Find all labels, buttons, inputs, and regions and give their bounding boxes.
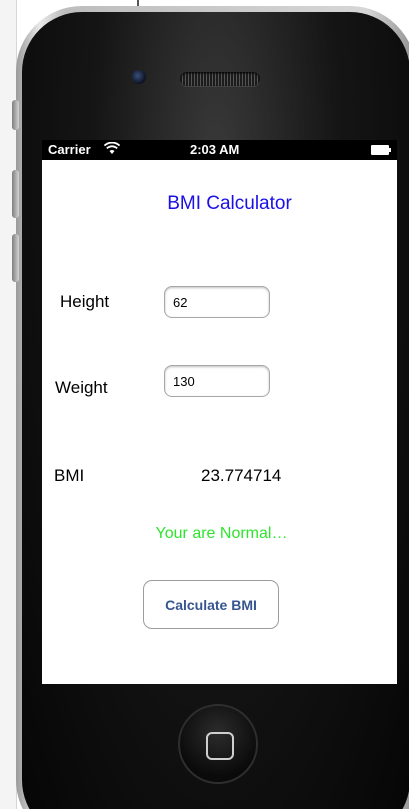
home-square-icon [206, 732, 234, 760]
battery-icon [371, 145, 391, 155]
simulator-window: Carrier 2:03 AM BMI Calculator Height We… [0, 0, 409, 809]
height-label: Height [60, 292, 110, 311]
calculate-bmi-button[interactable]: Calculate BMI [143, 580, 279, 629]
weight-label: Weight [55, 378, 108, 397]
page-title: BMI Calculator [167, 193, 292, 214]
status-bar: Carrier 2:03 AM [42, 140, 397, 160]
wifi-icon [103, 141, 121, 158]
speaker-grille-icon [180, 72, 260, 86]
weight-input[interactable] [164, 365, 270, 397]
carrier-label: Carrier [48, 142, 91, 157]
camera-icon [132, 70, 146, 84]
height-input[interactable] [164, 286, 270, 318]
home-button[interactable] [178, 704, 258, 784]
volume-down-button[interactable] [12, 234, 19, 282]
app-screen: BMI Calculator Height Weight BMI 23.7747… [42, 160, 397, 684]
clock: 2:03 AM [190, 142, 240, 157]
bmi-value: 23.774714 [201, 466, 282, 485]
bmi-label: BMI [54, 466, 85, 485]
bmi-status-message: Your are Normal… [155, 525, 288, 542]
volume-up-button[interactable] [12, 170, 19, 218]
mute-switch[interactable] [12, 100, 19, 130]
